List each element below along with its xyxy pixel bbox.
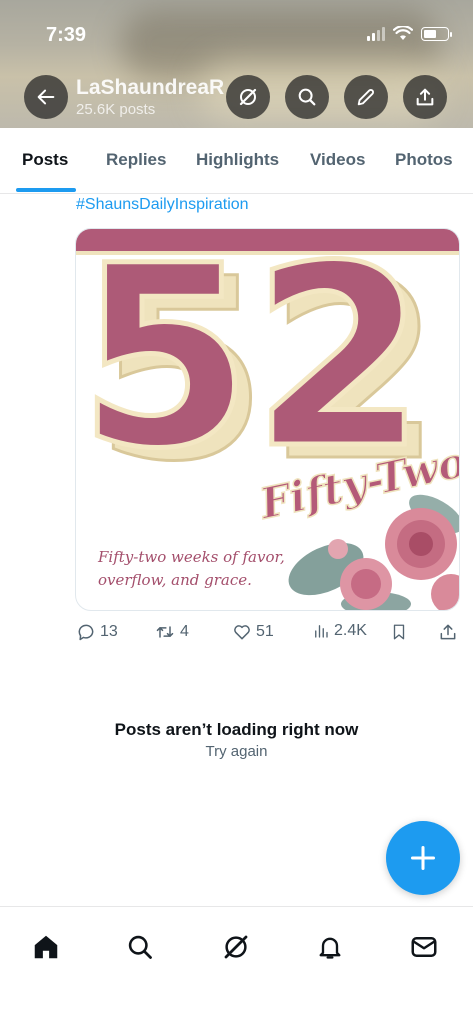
- post-actions: 13 4 51 2.4K: [76, 622, 461, 646]
- reply-button[interactable]: 13: [76, 622, 118, 642]
- reply-icon: [78, 624, 94, 641]
- post-hashtag[interactable]: #ShaunsDailyInspiration: [76, 196, 249, 214]
- profile-tabs: Posts Replies Highlights Videos Photos: [0, 128, 473, 194]
- tab-highlights[interactable]: Highlights: [196, 150, 279, 170]
- back-button[interactable]: [24, 75, 68, 119]
- tab-posts[interactable]: Posts: [22, 150, 68, 170]
- plus-icon: [410, 845, 436, 871]
- grok-icon: [224, 935, 248, 959]
- nav-home[interactable]: [26, 927, 66, 967]
- post-image[interactable]: 52 52 Fifty-Two Fifty-two weeks of favor…: [75, 228, 460, 611]
- like-count: 51: [256, 623, 274, 640]
- repost-count: 4: [180, 623, 189, 640]
- reply-count: 13: [100, 623, 118, 640]
- tab-replies[interactable]: Replies: [106, 150, 166, 170]
- signal-icon: [367, 26, 385, 41]
- post-share-button[interactable]: [438, 622, 458, 642]
- share-button[interactable]: [403, 75, 447, 119]
- compose-icon: [357, 89, 374, 106]
- repost-icon: [156, 626, 174, 638]
- share-icon: [416, 88, 434, 106]
- status-icons: [367, 26, 452, 41]
- bookmark-button[interactable]: [390, 622, 408, 642]
- battery-icon: [421, 26, 452, 41]
- caption-line-1: Fifty-two weeks of favor,: [97, 548, 285, 566]
- nav-notifications[interactable]: [310, 927, 350, 967]
- grok-button[interactable]: [226, 75, 270, 119]
- home-icon: [34, 935, 58, 959]
- nav-search[interactable]: [120, 927, 160, 967]
- search-icon: [298, 88, 316, 106]
- wifi-icon: [393, 26, 413, 40]
- views-button[interactable]: 2.4K: [312, 622, 367, 640]
- nav-grok[interactable]: [216, 927, 256, 967]
- search-icon: [128, 935, 152, 959]
- active-tab-indicator: [16, 188, 76, 192]
- posts-count: 25.6K posts: [76, 101, 156, 118]
- bookmark-icon: [393, 624, 405, 640]
- profile-name: LaShaundreaR: [76, 76, 225, 99]
- try-again-button[interactable]: Try again: [0, 743, 473, 760]
- repost-button[interactable]: 4: [154, 622, 189, 642]
- tab-videos[interactable]: Videos: [310, 150, 365, 170]
- grok-icon: [239, 88, 257, 106]
- like-button[interactable]: 51: [232, 622, 274, 642]
- back-arrow-icon: [37, 89, 55, 105]
- bottom-navigation: [0, 906, 473, 1023]
- tab-photos[interactable]: Photos: [395, 150, 453, 170]
- heart-icon: [234, 625, 250, 640]
- error-title: Posts aren’t loading right now: [114, 720, 359, 739]
- messages-icon: [411, 937, 437, 957]
- search-button[interactable]: [285, 75, 329, 119]
- caption-line-2: overflow, and grace.: [98, 571, 252, 589]
- nav-messages[interactable]: [404, 927, 444, 967]
- views-count: 2.4K: [334, 622, 367, 639]
- edit-button[interactable]: [344, 75, 388, 119]
- compose-post-button[interactable]: [386, 821, 460, 895]
- status-time: 7:39: [46, 24, 87, 46]
- profile-banner: 7:39 LaShaundreaR 25.6K posts: [0, 0, 473, 128]
- share-icon: [440, 624, 456, 640]
- notifications-icon: [319, 937, 341, 959]
- analytics-icon: [315, 625, 328, 638]
- fifty-two-graphic: 52 52 Fifty-Two Fifty-two weeks of favor…: [76, 229, 459, 610]
